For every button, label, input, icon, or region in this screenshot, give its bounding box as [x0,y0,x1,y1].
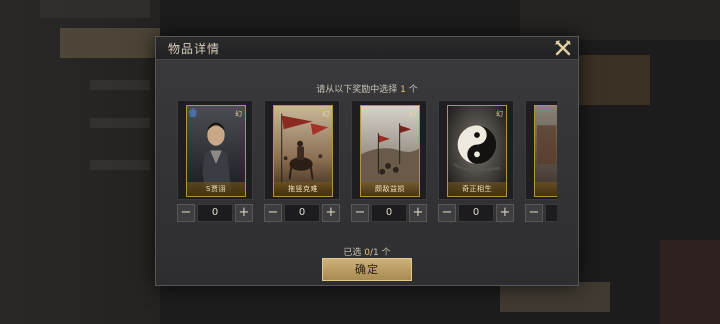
reward-card-partial: − [525,100,557,228]
decrease-button[interactable]: − [264,204,282,222]
quantity-value [545,204,557,222]
card-inner: 幻 奇正相生 [447,105,507,197]
quantity-value: 0 [284,204,320,222]
selected-prefix: 已选 [343,248,365,258]
background-top-right [520,0,720,40]
card-label-bar [535,182,557,196]
prompt-suffix: 个 [405,85,418,95]
card-inner: 幻 拖竖克难 [273,105,333,197]
reward-card: 幻 S贾诩 − 0 + [177,100,253,228]
card-badge: 幻 [235,110,242,118]
card-name: 拖竖克难 [288,185,318,193]
card-inner: 幻 颇敌益损 [360,105,420,197]
background-red-panel [660,240,720,324]
card-inner [534,105,557,197]
prompt-prefix: 请从以下奖励中选择 [316,85,401,95]
quantity-stepper: − 0 + [438,204,514,222]
background-list-item [90,118,150,128]
quantity-stepper: − [525,204,557,222]
quantity-value: 0 [371,204,407,222]
card-badge: 幻 [409,110,416,118]
decrease-button[interactable]: − [177,204,195,222]
dialog-header: 物品详情 [156,37,578,60]
quantity-stepper: − 0 + [351,204,427,222]
item-details-dialog: 物品详情 请从以下奖励中选择 1 个 幻 S贾诩 − 0 + 幻 拖竖克难 − … [155,36,579,286]
selected-count: 已选 0/1 个 [156,245,578,258]
decrease-button[interactable]: − [438,204,456,222]
confirm-button[interactable]: 确定 [322,258,412,281]
card-frame[interactable]: 幻 拖竖克难 [264,100,340,200]
quantity-stepper: − 0 + [177,204,253,222]
card-frame[interactable]: 幻 奇正相生 [438,100,514,200]
card-name: 颇敌益损 [375,185,405,193]
reward-card: 幻 颇敌益损 − 0 + [351,100,427,228]
card-frame[interactable] [525,100,557,200]
reward-card: 幻 奇正相生 − 0 + [438,100,514,228]
quantity-stepper: − 0 + [264,204,340,222]
increase-button[interactable]: + [235,204,253,222]
background-tab [60,28,160,58]
card-badge: 幻 [496,110,503,118]
card-frame[interactable]: 幻 S贾诩 [177,100,253,200]
quantity-value: 0 [458,204,494,222]
background-button [500,282,610,312]
increase-button[interactable]: + [409,204,427,222]
decrease-button[interactable]: − [525,204,543,222]
background-image [570,55,650,105]
dialog-title: 物品详情 [168,42,221,56]
close-button[interactable] [554,39,572,57]
card-name: S贾诩 [206,185,226,193]
decrease-button[interactable]: − [351,204,369,222]
reward-card: 幻 拖竖克难 − 0 + [264,100,340,228]
reward-card-list[interactable]: 幻 S贾诩 − 0 + 幻 拖竖克难 − 0 + 幻 颇敌益损 − 0 + 幻 … [177,100,557,228]
selected-total: /1 个 [369,248,391,258]
background-top-strip [40,0,150,18]
card-frame[interactable]: 幻 颇敌益损 [351,100,427,200]
close-icon [555,40,571,56]
increase-button[interactable]: + [322,204,340,222]
increase-button[interactable]: + [496,204,514,222]
background-list-item [90,160,150,170]
selection-prompt: 请从以下奖励中选择 1 个 [156,82,578,95]
card-badge: 幻 [322,110,329,118]
quantity-value: 0 [197,204,233,222]
card-name: 奇正相生 [462,185,492,193]
card-inner: 幻 S贾诩 [186,105,246,197]
background-list-item [90,80,150,90]
